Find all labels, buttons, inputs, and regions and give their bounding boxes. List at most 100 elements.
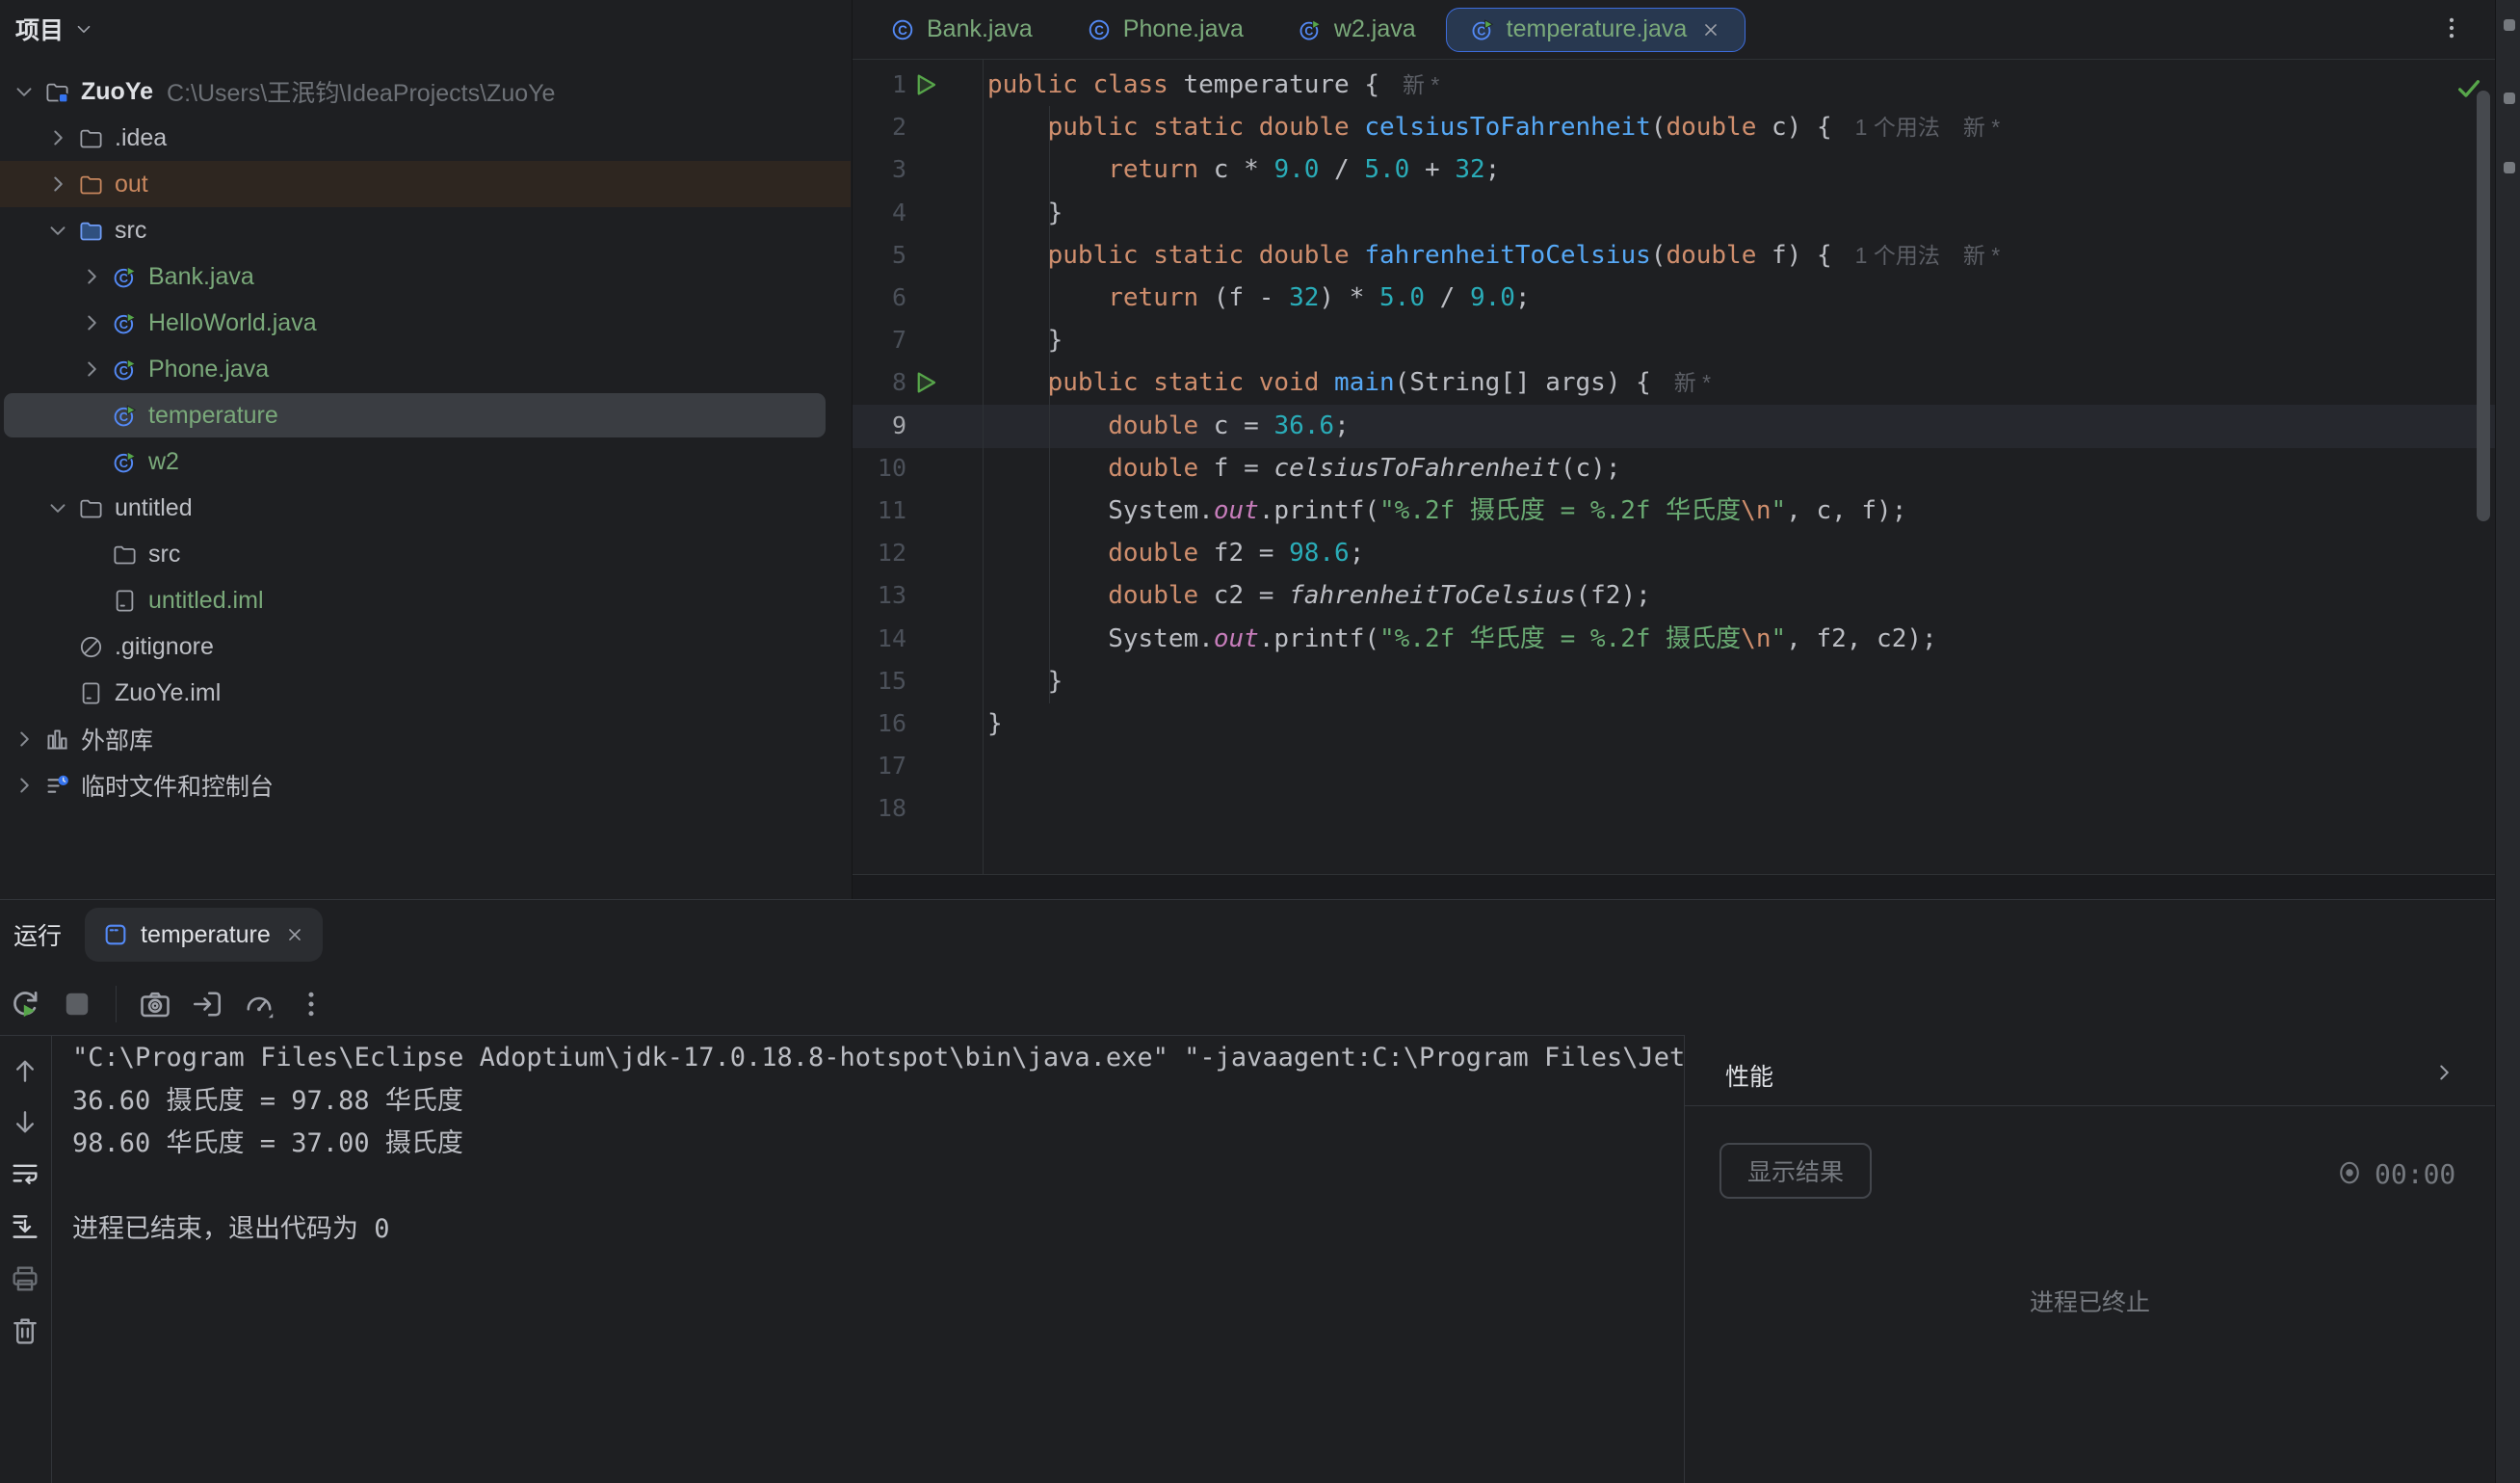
tree-row[interactable]: untitled.iml bbox=[0, 577, 851, 623]
editor-body[interactable]: 123456789101112131415161718 public class… bbox=[853, 60, 2495, 874]
tree-row[interactable]: CPhone.java bbox=[0, 346, 851, 392]
tree-row[interactable]: ZuoYeC:\Users\王泯钧\IdeaProjects\ZuoYe bbox=[0, 68, 851, 115]
chevron-right-icon[interactable] bbox=[2431, 1060, 2456, 1085]
class-run-icon: C bbox=[112, 403, 138, 429]
code-line[interactable]: double c = 36.6; bbox=[987, 405, 2456, 447]
up-button[interactable] bbox=[9, 1054, 41, 1087]
code-line[interactable]: double f2 = 98.6; bbox=[987, 532, 2456, 574]
scroll-end-button[interactable] bbox=[9, 1210, 41, 1243]
editor-options-kebab-icon[interactable] bbox=[2437, 13, 2466, 42]
code-line[interactable]: System.out.printf("%.2f 华氏度 = %.2f 摄氏度\n… bbox=[987, 618, 2456, 660]
attach-button[interactable] bbox=[190, 987, 224, 1021]
chevron-icon[interactable] bbox=[12, 727, 37, 752]
code-line[interactable]: public static double celsiusToFahrenheit… bbox=[987, 106, 2456, 148]
code-line[interactable] bbox=[987, 745, 2456, 787]
code-line[interactable]: } bbox=[987, 192, 2456, 234]
line-number: 13 bbox=[853, 574, 906, 617]
soft-wrap-button[interactable] bbox=[9, 1158, 41, 1191]
tree-row[interactable]: src bbox=[0, 207, 851, 253]
tree-row[interactable]: ZuoYe.iml bbox=[0, 670, 851, 716]
tree-row[interactable]: Cw2 bbox=[0, 438, 851, 485]
chevron-icon[interactable] bbox=[45, 125, 70, 150]
tree-row[interactable]: CHelloWorld.java bbox=[0, 300, 851, 346]
editor-scrollbar-thumb[interactable] bbox=[2477, 91, 2490, 521]
code-line[interactable]: double f = celsiusToFahrenheit(c); bbox=[987, 447, 2456, 490]
stripe-icon[interactable] bbox=[2504, 93, 2515, 104]
tree-row[interactable]: Ctemperature bbox=[0, 392, 851, 438]
line-number: 1 bbox=[853, 64, 906, 106]
run-panel-title: 运行 bbox=[13, 917, 62, 952]
rerun-button[interactable] bbox=[8, 987, 42, 1021]
tree-row[interactable]: 外部库 bbox=[0, 716, 851, 762]
show-results-button[interactable]: 显示结果 bbox=[1719, 1143, 1872, 1199]
divider bbox=[1685, 1105, 2495, 1106]
chevron-icon[interactable] bbox=[79, 310, 104, 335]
project-panel-header[interactable]: 项目 bbox=[15, 10, 94, 48]
editor-tab-phone-java[interactable]: CPhone.java bbox=[1063, 8, 1268, 52]
line-number: 15 bbox=[853, 660, 906, 702]
run-configuration-tab[interactable]: temperature bbox=[85, 908, 323, 962]
chevron-icon[interactable] bbox=[79, 264, 104, 289]
line-number: 7 bbox=[853, 319, 906, 361]
profiler-button[interactable] bbox=[242, 987, 276, 1021]
inlay-hint[interactable]: 1 个用法 bbox=[1855, 243, 1940, 268]
svg-text:C: C bbox=[1477, 24, 1485, 38]
inlay-hint[interactable]: 新 * bbox=[1674, 370, 1711, 395]
stop-button[interactable] bbox=[60, 987, 94, 1021]
chevron-icon[interactable] bbox=[79, 357, 104, 382]
close-icon[interactable] bbox=[1700, 19, 1721, 40]
project-panel: 项目 ZuoYeC:\Users\王泯钧\IdeaProjects\ZuoYe.… bbox=[0, 0, 853, 899]
tree-row[interactable]: .idea bbox=[0, 115, 851, 161]
code-line[interactable]: public static double fahrenheitToCelsius… bbox=[987, 234, 2456, 277]
class-run-icon: C bbox=[112, 357, 138, 383]
down-button[interactable] bbox=[9, 1106, 41, 1139]
code-line[interactable]: return c * 9.0 / 5.0 + 32; bbox=[987, 148, 2456, 191]
run-line-icon[interactable] bbox=[910, 368, 939, 397]
chevron-icon[interactable] bbox=[45, 172, 70, 197]
chevron-icon[interactable] bbox=[45, 218, 70, 243]
code-line[interactable]: return (f - 32) * 5.0 / 9.0; bbox=[987, 277, 2456, 319]
console-output[interactable]: "C:\Program Files\Eclipse Adoptium\jdk-1… bbox=[72, 1037, 1684, 1483]
tree-row[interactable]: 临时文件和控制台 bbox=[0, 762, 851, 808]
run-tab-close-icon[interactable] bbox=[284, 924, 305, 945]
tree-row[interactable]: .gitignore bbox=[0, 623, 851, 670]
clear-button[interactable] bbox=[9, 1314, 41, 1347]
inlay-hint[interactable]: 新 * bbox=[1403, 72, 1439, 97]
editor-tab-w2-java[interactable]: Cw2.java bbox=[1273, 8, 1440, 52]
inlay-hint[interactable]: 新 * bbox=[1963, 243, 2000, 268]
console-line: 98.60 华氏度 = 37.00 摄氏度 bbox=[72, 1123, 1684, 1166]
inlay-hint[interactable]: 1 个用法 bbox=[1855, 115, 1940, 140]
stripe-icon[interactable] bbox=[2504, 19, 2515, 31]
project-folder-icon bbox=[44, 79, 70, 105]
line-number: 18 bbox=[853, 787, 906, 830]
record-icon bbox=[2335, 1158, 2364, 1187]
folder-icon bbox=[112, 542, 138, 568]
camera-button[interactable] bbox=[138, 987, 172, 1021]
stripe-icon[interactable] bbox=[2504, 162, 2515, 173]
code-line[interactable]: } bbox=[987, 319, 2456, 361]
run-line-icon[interactable] bbox=[910, 70, 939, 99]
inlay-hint[interactable]: 新 * bbox=[1963, 115, 2000, 140]
code-line[interactable]: public class temperature {新 * bbox=[987, 64, 2456, 106]
code-line[interactable]: public static void main(String[] args) {… bbox=[987, 361, 2456, 404]
code-line[interactable]: } bbox=[987, 702, 2456, 745]
chevron-down-icon[interactable] bbox=[73, 18, 94, 40]
code-line[interactable] bbox=[987, 787, 2456, 830]
code-line[interactable]: double c2 = fahrenheitToCelsius(f2); bbox=[987, 574, 2456, 617]
chevron-icon[interactable] bbox=[45, 495, 70, 520]
chevron-icon[interactable] bbox=[12, 773, 37, 798]
code-line[interactable]: System.out.printf("%.2f 摄氏度 = %.2f 华氏度\n… bbox=[987, 490, 2456, 532]
tree-row[interactable]: out bbox=[0, 161, 851, 207]
chevron-icon[interactable] bbox=[12, 79, 37, 104]
print-button[interactable] bbox=[9, 1262, 41, 1295]
tree-row[interactable]: src bbox=[0, 531, 851, 577]
tree-row[interactable]: CBank.java bbox=[0, 253, 851, 300]
svg-text:C: C bbox=[1304, 24, 1313, 38]
editor-tab-bank-java[interactable]: CBank.java bbox=[866, 8, 1057, 52]
profiler-timer: 00:00 bbox=[2375, 1158, 2455, 1190]
code-line[interactable]: } bbox=[987, 660, 2456, 702]
editor-tab-temperature-java[interactable]: Ctemperature.java bbox=[1446, 8, 1746, 52]
tree-row[interactable]: untitled bbox=[0, 485, 851, 531]
more-button[interactable] bbox=[294, 987, 328, 1021]
tree-item-label: src bbox=[148, 541, 180, 569]
